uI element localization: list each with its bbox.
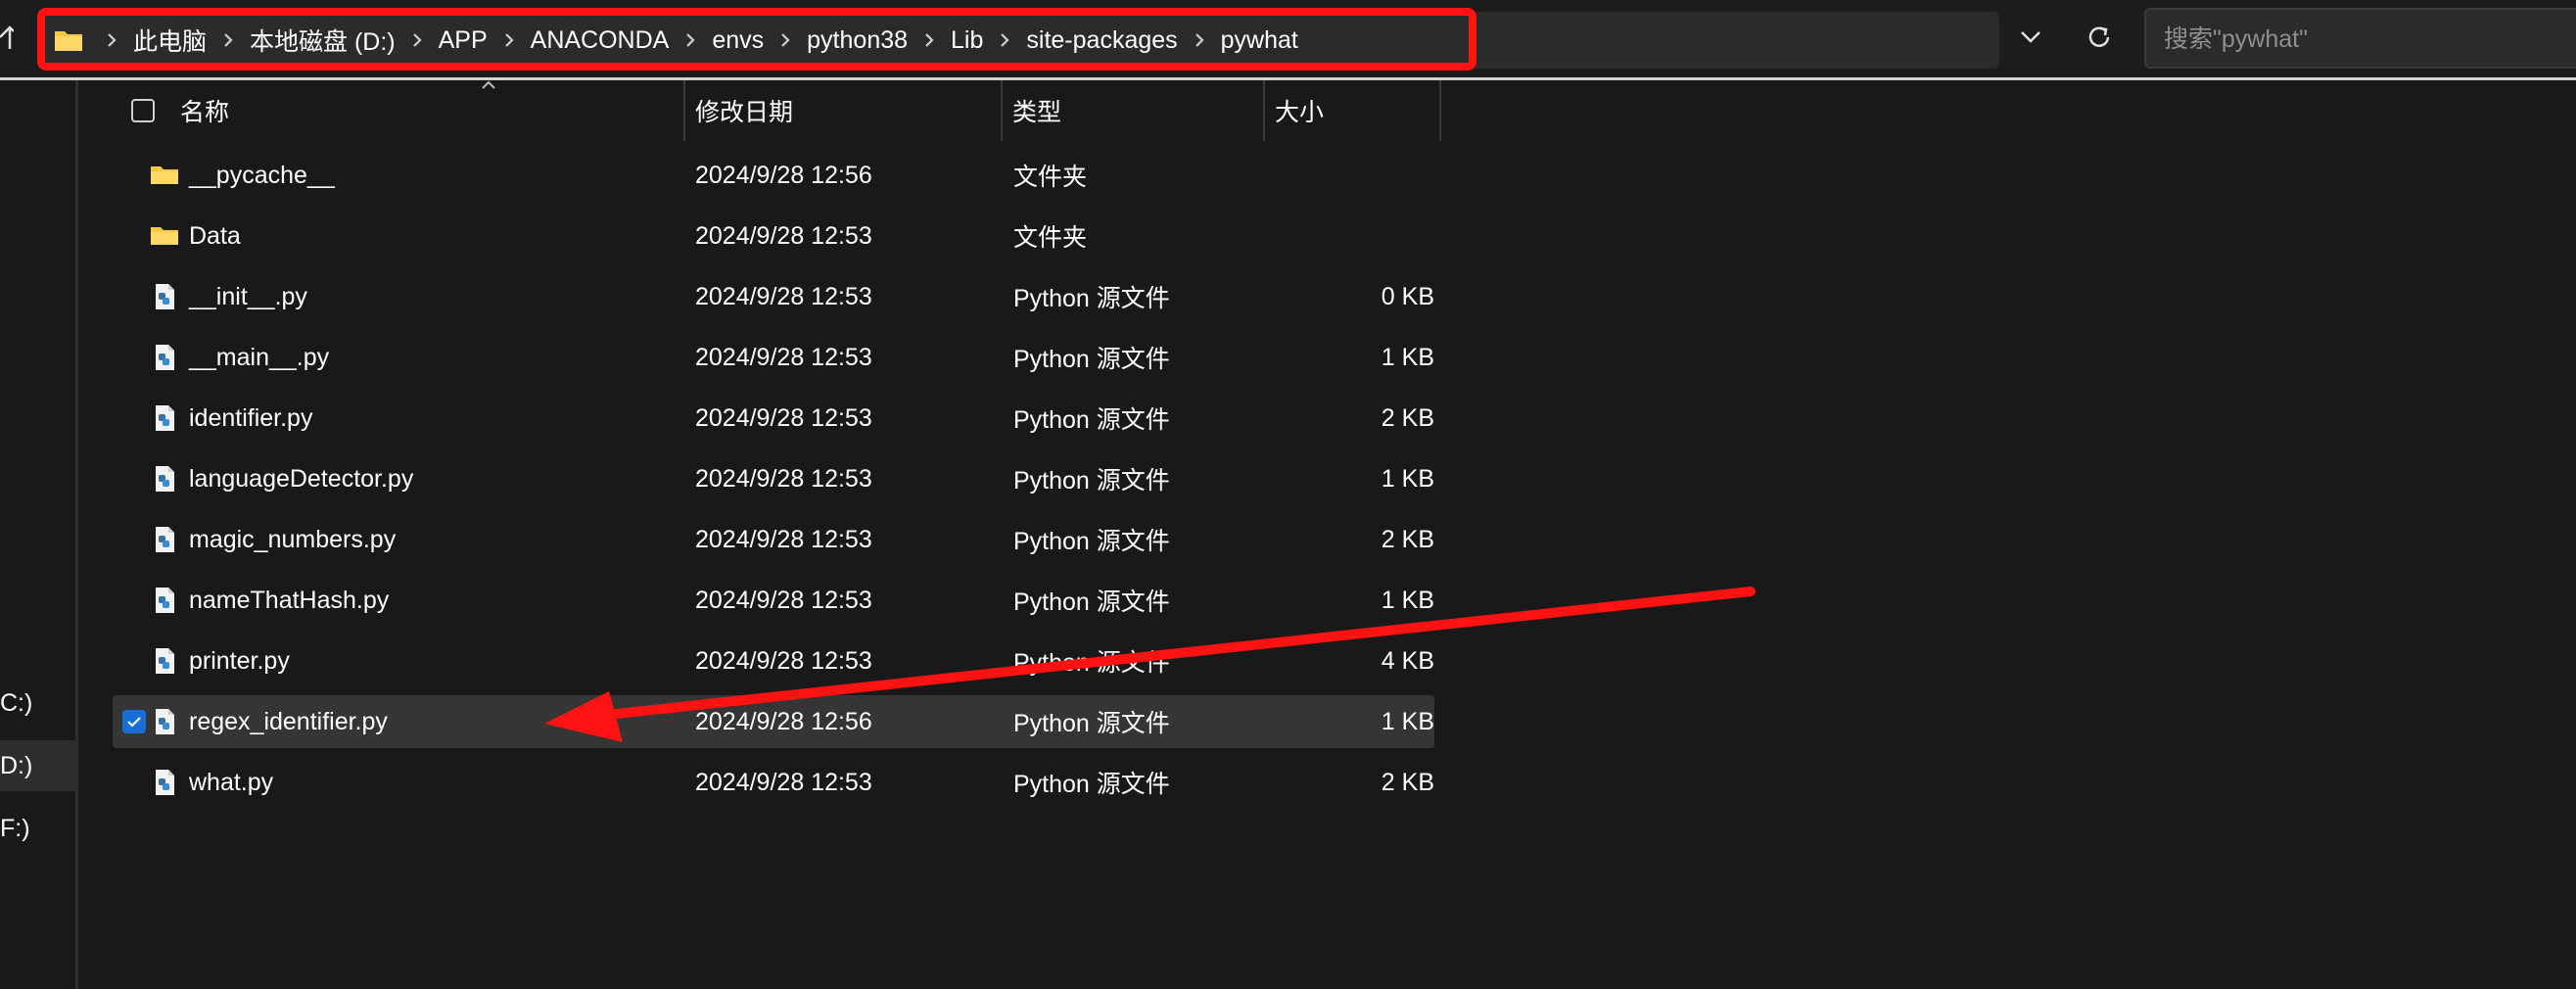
file-row[interactable]: identifier.py 2024/9/28 12:53 Python 源文件 2 …	[113, 392, 1434, 445]
navigation-pane: C:) D:) F:)	[0, 80, 78, 989]
column-size-label: 大小	[1275, 99, 1325, 126]
python-file-icon	[150, 707, 179, 736]
file-type: Python 源文件	[1013, 285, 1170, 312]
column-divider[interactable]	[1001, 80, 1003, 141]
file-size: 1 KB	[1381, 707, 1434, 735]
file-size: 2 KB	[1381, 768, 1434, 796]
column-name-label: 名称	[180, 99, 230, 126]
python-file-icon	[150, 768, 179, 797]
folder-icon	[150, 161, 179, 190]
file-row[interactable]: regex_identifier.py 2024/9/28 12:56 Python…	[113, 695, 1434, 748]
file-row[interactable]: __init__.py 2024/9/28 12:53 Python 源文件 0 KB	[113, 270, 1434, 323]
file-date: 2024/9/28 12:53	[695, 403, 872, 432]
file-type: 文件夹	[1013, 164, 1088, 191]
file-size: 2 KB	[1381, 525, 1434, 553]
file-type: Python 源文件	[1013, 589, 1170, 616]
file-date: 2024/9/28 12:53	[695, 768, 872, 796]
column-divider[interactable]	[1263, 80, 1265, 141]
file-type: Python 源文件	[1013, 467, 1170, 494]
file-name: __main__.py	[189, 343, 330, 371]
file-row[interactable]: magic_numbers.py 2024/9/28 12:53 Python 源文…	[113, 513, 1434, 566]
file-name: identifier.py	[189, 403, 313, 432]
file-name: what.py	[189, 768, 274, 796]
column-divider[interactable]	[683, 80, 685, 141]
python-file-icon	[150, 525, 179, 554]
select-all-checkbox[interactable]	[131, 99, 155, 122]
file-size: 1 KB	[1381, 343, 1434, 371]
file-row[interactable]: __pycache__ 2024/9/28 12:56 文件夹	[113, 149, 1434, 202]
file-size: 4 KB	[1381, 646, 1434, 675]
file-row[interactable]: __main__.py 2024/9/28 12:53 Python 源文件 1 KB	[113, 331, 1434, 384]
file-name: Data	[189, 221, 241, 250]
breadcrumb-highlight-annotation	[37, 8, 1476, 71]
file-date: 2024/9/28 12:53	[695, 586, 872, 614]
file-row[interactable]: printer.py 2024/9/28 12:53 Python 源文件 4 KB	[113, 635, 1434, 687]
file-name: languageDetector.py	[189, 464, 414, 493]
file-size	[1278, 210, 1434, 262]
refresh-icon[interactable]	[2078, 16, 2121, 59]
file-size	[1278, 149, 1434, 202]
file-row[interactable]: what.py 2024/9/28 12:53 Python 源文件 2 KB	[113, 756, 1434, 809]
drive-f-item[interactable]: F:)	[0, 803, 75, 854]
column-type-label: 类型	[1012, 99, 1062, 126]
column-date-label: 修改日期	[695, 99, 794, 126]
file-size: 1 KB	[1381, 586, 1434, 614]
drive-label: F:)	[0, 814, 30, 842]
chevron-down-icon[interactable]	[2011, 18, 2050, 57]
file-date: 2024/9/28 12:53	[695, 282, 872, 310]
file-size: 2 KB	[1381, 403, 1434, 432]
file-name: __pycache__	[189, 161, 335, 189]
checkmark-icon	[127, 717, 141, 728]
file-date: 2024/9/28 12:56	[695, 161, 872, 189]
file-date: 2024/9/28 12:53	[695, 464, 872, 493]
up-arrow-icon[interactable]	[0, 20, 15, 53]
file-type: Python 源文件	[1013, 710, 1170, 737]
python-file-icon	[150, 646, 179, 676]
address-toolbar: 此电脑 本地磁盘 (D:) APP ANACONDA envs python38 Lib si…	[0, 0, 2576, 80]
python-file-icon	[150, 343, 179, 372]
file-type: Python 源文件	[1013, 649, 1170, 677]
search-input[interactable]	[2162, 10, 2576, 69]
python-file-icon	[150, 282, 179, 311]
drive-label: D:)	[0, 751, 33, 779]
file-name: printer.py	[189, 646, 290, 675]
drive-d-item[interactable]: D:)	[0, 740, 75, 791]
drive-c-item[interactable]: C:)	[0, 678, 75, 729]
file-date: 2024/9/28 12:53	[695, 525, 872, 553]
column-date[interactable]: 修改日期	[695, 80, 989, 141]
python-file-icon	[150, 464, 179, 494]
file-name: nameThatHash.py	[189, 586, 390, 614]
file-name: __init__.py	[189, 282, 307, 310]
file-row[interactable]: nameThatHash.py 2024/9/28 12:53 Python 源文件…	[113, 574, 1434, 627]
search-box[interactable]	[2144, 8, 2576, 69]
file-type: 文件夹	[1013, 224, 1088, 252]
file-date: 2024/9/28 12:53	[695, 221, 872, 250]
column-name[interactable]: 名称	[180, 80, 758, 141]
file-row[interactable]: Data 2024/9/28 12:53 文件夹	[113, 210, 1434, 262]
column-divider[interactable]	[1439, 80, 1441, 141]
column-type[interactable]: 类型	[1012, 80, 1257, 141]
file-size: 0 KB	[1381, 282, 1434, 310]
file-name: regex_identifier.py	[189, 707, 388, 735]
file-date: 2024/9/28 12:53	[695, 646, 872, 675]
row-checkbox[interactable]	[122, 710, 146, 733]
file-type: Python 源文件	[1013, 528, 1170, 555]
file-type: Python 源文件	[1013, 346, 1170, 373]
file-date: 2024/9/28 12:56	[695, 707, 872, 735]
select-all-checkbox-cell[interactable]	[131, 80, 155, 141]
file-name: magic_numbers.py	[189, 525, 397, 553]
file-type: Python 源文件	[1013, 771, 1170, 798]
file-row[interactable]: languageDetector.py 2024/9/28 12:53 Python…	[113, 452, 1434, 505]
file-date: 2024/9/28 12:53	[695, 343, 872, 371]
column-header: 名称 修改日期 类型 大小	[82, 80, 1443, 141]
file-size: 1 KB	[1381, 464, 1434, 493]
python-file-icon	[150, 403, 179, 433]
column-size[interactable]: 大小	[1275, 80, 1422, 141]
folder-icon	[150, 221, 179, 251]
python-file-icon	[150, 586, 179, 615]
drive-label: C:)	[0, 688, 33, 717]
file-type: Python 源文件	[1013, 406, 1170, 434]
